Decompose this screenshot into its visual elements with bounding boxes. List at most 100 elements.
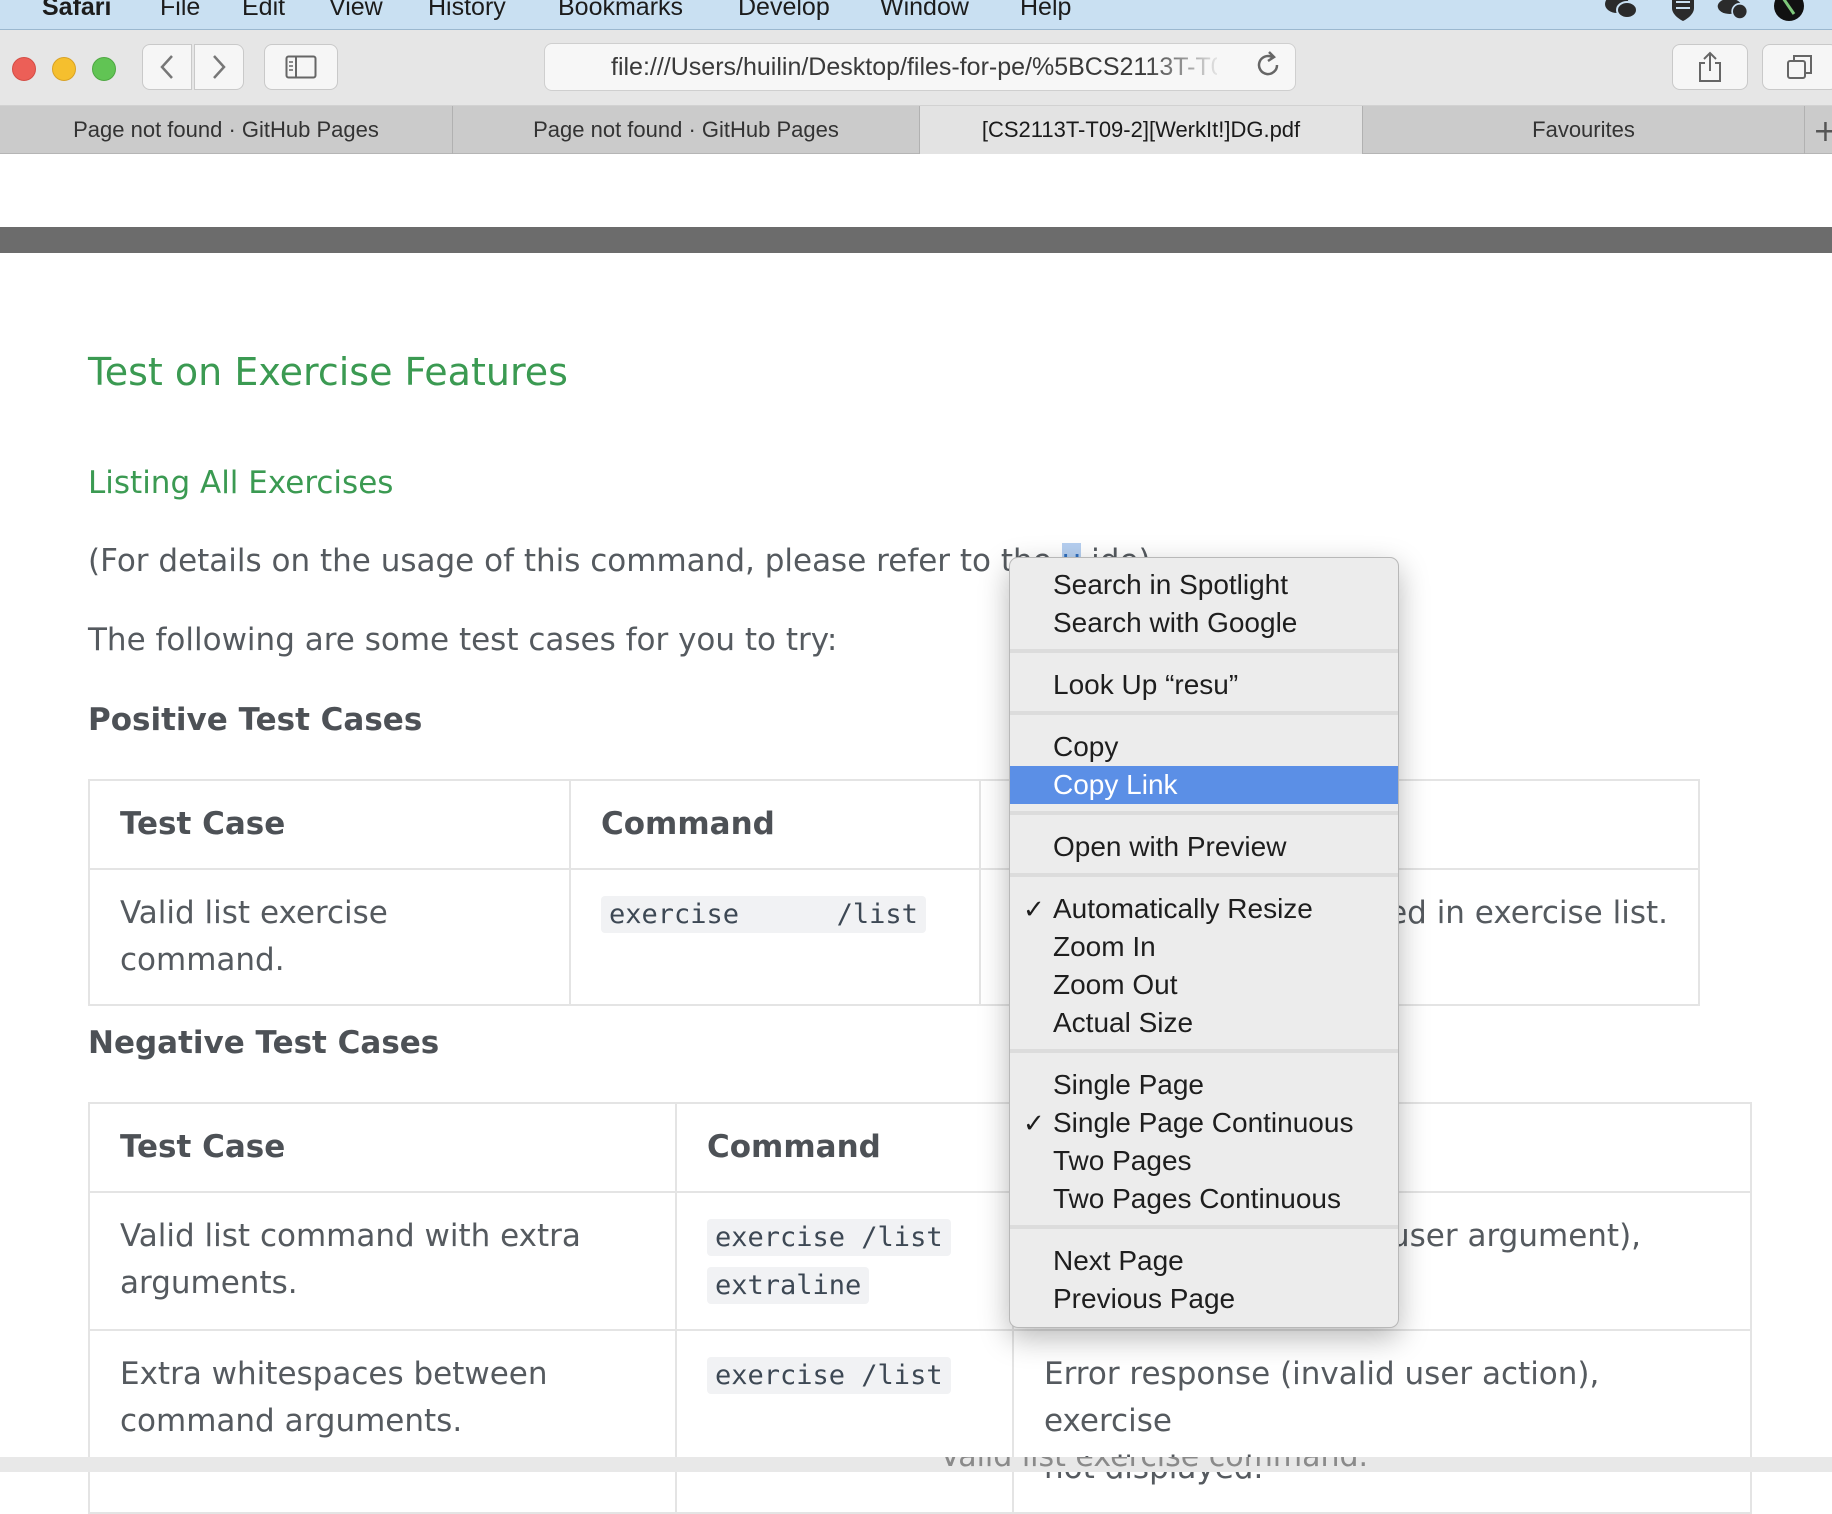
menu-edit[interactable]: Edit bbox=[242, 0, 285, 22]
menu-item-label: Copy Link bbox=[1053, 769, 1178, 800]
menu-safari[interactable]: Safari bbox=[42, 0, 111, 22]
zoom-window-button[interactable] bbox=[92, 57, 116, 81]
tab-favourites[interactable]: Favourites bbox=[1363, 106, 1805, 154]
menu-history[interactable]: History bbox=[428, 0, 506, 22]
column-header-test-case: Test Case bbox=[88, 779, 571, 870]
command-code: exercise /list bbox=[601, 896, 926, 933]
chevron-left-icon bbox=[160, 55, 173, 79]
menu-item-zoom-in[interactable]: Zoom In bbox=[1010, 928, 1398, 966]
test-case-line: Valid list command with extra bbox=[120, 1218, 581, 1254]
url-text[interactable]: file:///Users/huilin/Desktop/files-for-p… bbox=[611, 53, 1217, 82]
command-cell: exercise /list bbox=[569, 868, 981, 1006]
checkmark-icon: ✓ bbox=[1023, 894, 1045, 924]
pdf-viewer[interactable]: Test on Exercise Features Listing All Ex… bbox=[0, 155, 1832, 1514]
menu-item-actual-size[interactable]: Actual Size bbox=[1010, 1004, 1398, 1042]
menu-separator bbox=[1010, 873, 1398, 877]
url-fade bbox=[1145, 48, 1225, 86]
tab-overview-button[interactable] bbox=[1762, 44, 1832, 90]
menu-item-label: Look Up “resu” bbox=[1053, 669, 1239, 700]
menu-item-zoom-out[interactable]: Zoom Out bbox=[1010, 966, 1398, 1004]
subsection-heading: Listing All Exercises bbox=[88, 465, 394, 501]
expected-cell: Error response (invalid user action), ex… bbox=[1012, 1329, 1752, 1514]
menu-item-look-up[interactable]: Look Up “resu” bbox=[1010, 666, 1398, 704]
menu-bar: Safari File Edit View History Bookmarks … bbox=[0, 0, 1832, 30]
command-code: exercise /list bbox=[707, 1219, 951, 1256]
tab-dg-pdf[interactable]: [CS2113T-T09-2][WerkIt!]DG.pdf bbox=[920, 106, 1363, 154]
menu-window[interactable]: Window bbox=[880, 0, 969, 22]
menu-item-open-with-preview[interactable]: Open with Preview bbox=[1010, 828, 1398, 866]
menu-item-previous-page[interactable]: Previous Page bbox=[1010, 1280, 1398, 1318]
details-paragraph: (For details on the usage of this comman… bbox=[88, 543, 1160, 579]
menu-item-label: Zoom In bbox=[1053, 931, 1156, 962]
menu-help[interactable]: Help bbox=[1020, 0, 1071, 22]
address-bar[interactable]: file:///Users/huilin/Desktop/files-for-p… bbox=[544, 43, 1296, 91]
wechat-icon[interactable] bbox=[1604, 0, 1638, 22]
menu-item-search-spotlight[interactable]: Search in Spotlight bbox=[1010, 566, 1398, 604]
details-text: (For details on the usage of this comman… bbox=[88, 543, 1062, 579]
test-case-line: command arguments. bbox=[120, 1403, 463, 1439]
menu-separator bbox=[1010, 711, 1398, 715]
menu-item-copy-link[interactable]: Copy Link bbox=[1010, 766, 1398, 804]
menu-view[interactable]: View bbox=[329, 0, 383, 22]
table-header-row: Test Case Command bbox=[88, 779, 1700, 870]
menu-item-label: Previous Page bbox=[1053, 1283, 1236, 1314]
menu-item-two-pages[interactable]: Two Pages bbox=[1010, 1142, 1398, 1180]
menu-item-label: Search with Google bbox=[1053, 607, 1298, 638]
menu-item-label: Two Pages bbox=[1053, 1145, 1192, 1176]
reload-icon[interactable] bbox=[1253, 50, 1283, 80]
column-header-command: Command bbox=[675, 1102, 1014, 1193]
menu-file[interactable]: File bbox=[160, 0, 200, 22]
app-status-icon[interactable] bbox=[1772, 0, 1806, 22]
table-row: Extra whitespaces between command argumen… bbox=[88, 1329, 1752, 1514]
menu-separator bbox=[1010, 811, 1398, 815]
menu-item-search-google[interactable]: Search with Google bbox=[1010, 604, 1398, 642]
share-button[interactable] bbox=[1672, 44, 1748, 90]
negative-test-table: Test Case Command Valid list command wit… bbox=[88, 1102, 1752, 1514]
sidebar-toggle-button[interactable] bbox=[264, 44, 338, 90]
menu-item-copy[interactable]: Copy bbox=[1010, 728, 1398, 766]
positive-test-table: Test Case Command Valid list exercise co… bbox=[88, 779, 1700, 1006]
back-button[interactable] bbox=[142, 44, 192, 90]
test-case-line: Extra whitespaces between bbox=[120, 1356, 548, 1392]
menu-item-next-page[interactable]: Next Page bbox=[1010, 1242, 1398, 1280]
cloud-sync-icon[interactable] bbox=[1716, 0, 1750, 22]
intro-paragraph: The following are some test cases for yo… bbox=[88, 622, 838, 658]
menu-item-label: Actual Size bbox=[1053, 1007, 1194, 1038]
menu-separator bbox=[1010, 1049, 1398, 1053]
column-header-test-case: Test Case bbox=[88, 1102, 677, 1193]
tab-bar: Page not found · GitHub Pages Page not f… bbox=[0, 106, 1832, 154]
next-page-peek: Valid list exercise command. bbox=[0, 1457, 1832, 1472]
menu-separator bbox=[1010, 1225, 1398, 1229]
command-code: extraline bbox=[707, 1267, 870, 1304]
test-case-cell: Valid list exercise command. bbox=[88, 868, 571, 1006]
menu-develop[interactable]: Develop bbox=[738, 0, 830, 22]
test-case-line: arguments. bbox=[120, 1265, 298, 1301]
shield-icon[interactable] bbox=[1666, 0, 1700, 22]
tab-page-not-found-1[interactable]: Page not found · GitHub Pages bbox=[0, 106, 453, 154]
menu-item-two-pages-continuous[interactable]: Two Pages Continuous bbox=[1010, 1180, 1398, 1218]
table-header-row: Test Case Command bbox=[88, 1102, 1752, 1193]
menu-item-label: Next Page bbox=[1053, 1245, 1184, 1276]
positive-cases-heading: Positive Test Cases bbox=[88, 702, 423, 738]
column-header-command: Command bbox=[569, 779, 981, 870]
close-window-button[interactable] bbox=[12, 57, 36, 81]
section-heading: Test on Exercise Features bbox=[88, 350, 568, 394]
menu-item-automatically-resize[interactable]: ✓ Automatically Resize bbox=[1010, 890, 1398, 928]
new-tab-icon[interactable]: + bbox=[1813, 114, 1832, 149]
tab-page-not-found-2[interactable]: Page not found · GitHub Pages bbox=[453, 106, 920, 154]
menu-bookmarks[interactable]: Bookmarks bbox=[558, 0, 683, 22]
menu-item-label: Single Page bbox=[1053, 1069, 1205, 1100]
menu-item-single-page-continuous[interactable]: ✓ Single Page Continuous bbox=[1010, 1104, 1398, 1142]
menu-item-single-page[interactable]: Single Page bbox=[1010, 1066, 1398, 1104]
forward-button[interactable] bbox=[194, 44, 244, 90]
expected-text: Error response (invalid user action), ex… bbox=[1044, 1356, 1600, 1439]
table-row: Valid list command with extra arguments. … bbox=[88, 1191, 1752, 1331]
menu-item-label: Open with Preview bbox=[1053, 831, 1287, 862]
tabs-icon bbox=[1787, 55, 1812, 79]
menu-item-label: Copy bbox=[1053, 731, 1119, 762]
cutoff-text: Valid list exercise command. bbox=[940, 1457, 1368, 1472]
menu-item-label: Search in Spotlight bbox=[1053, 569, 1289, 600]
command-cell: exercise /list extraline bbox=[675, 1191, 1014, 1331]
minimize-window-button[interactable] bbox=[52, 57, 76, 81]
test-case-cell: Valid list command with extra arguments. bbox=[88, 1191, 677, 1331]
